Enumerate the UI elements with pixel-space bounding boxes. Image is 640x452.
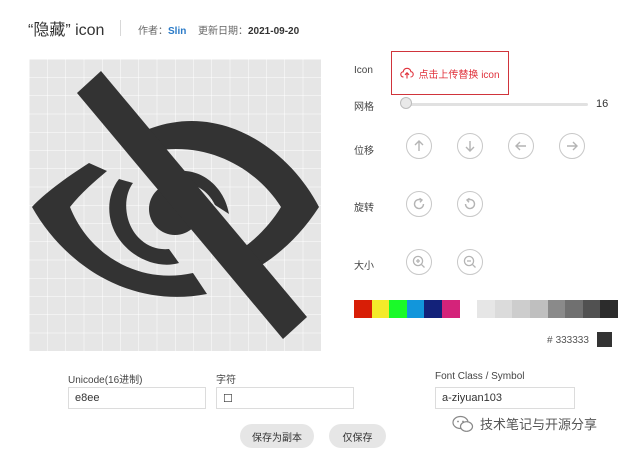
color-swatch[interactable] [389, 300, 407, 318]
zoom-out-button[interactable] [457, 249, 483, 275]
wechat-icon [452, 415, 474, 432]
rotate-clockwise-icon [413, 197, 425, 210]
save-as-copy-button[interactable]: 保存为副本 [240, 424, 314, 448]
color-swatch[interactable] [582, 300, 601, 318]
upload-replace-button[interactable]: 点击上传替换 icon [391, 51, 509, 95]
color-swatch[interactable] [600, 300, 618, 318]
upload-label: 点击上传替换 icon [418, 69, 500, 81]
color-swatch[interactable] [441, 300, 460, 318]
save-button[interactable]: 仅保存 [329, 424, 386, 448]
header-divider [120, 20, 121, 36]
watermark: 技术笔记与开源分享 [452, 414, 597, 433]
color-swatch[interactable] [371, 300, 390, 318]
icon-label: Icon [354, 65, 373, 76]
update-date-info: 更新日期：2021-09-20 [198, 22, 299, 37]
author-label: 作者： [138, 26, 168, 37]
color-swatch[interactable] [459, 300, 478, 318]
cloud-upload-icon [400, 67, 415, 79]
char-input[interactable] [216, 387, 354, 409]
move-left-button[interactable] [508, 133, 534, 159]
watermark-text: 技术笔记与开源分享 [480, 417, 598, 432]
page-title: “隐藏” icon [28, 22, 105, 39]
color-palette [354, 300, 618, 318]
grid-slider-thumb[interactable] [400, 97, 412, 109]
color-swatch[interactable] [406, 300, 425, 318]
color-swatch[interactable] [512, 300, 530, 318]
color-swatch[interactable] [565, 300, 583, 318]
color-swatch[interactable] [477, 300, 495, 318]
fontclass-input[interactable] [435, 387, 575, 409]
update-date: 2021-09-20 [248, 26, 300, 37]
grid-value: 16 [596, 98, 609, 110]
move-up-button[interactable] [406, 133, 432, 159]
current-color-chip [597, 332, 612, 347]
date-label: 更新日期： [198, 26, 248, 37]
grid-slider-track[interactable] [406, 103, 588, 106]
grid-label: 网格 [354, 102, 374, 113]
move-right-button[interactable] [559, 133, 585, 159]
icon-canvas[interactable] [29, 59, 321, 351]
color-swatch[interactable] [494, 300, 513, 318]
arrow-left-icon [515, 141, 526, 151]
color-swatch[interactable] [424, 300, 442, 318]
arrow-up-icon [414, 140, 424, 151]
hex-value: 333333 [555, 334, 589, 346]
zoom-in-button[interactable] [406, 249, 432, 275]
eye-slash-icon [29, 59, 321, 351]
author-info: 作者：Slin [138, 22, 186, 37]
zoom-out-icon [463, 255, 476, 268]
rotate-counterclockwise-button[interactable] [457, 191, 483, 217]
rotate-clockwise-button[interactable] [406, 191, 432, 217]
rotate-label: 旋转 [354, 203, 374, 214]
char-label: 字符 [216, 375, 236, 386]
rotate-counterclockwise-icon [464, 197, 476, 210]
author-name[interactable]: Slin [168, 26, 186, 37]
fontclass-label: Font Class / Symbol [435, 371, 525, 382]
color-swatch[interactable] [547, 300, 566, 318]
arrow-down-icon [465, 141, 475, 152]
hex-hash: # [547, 334, 553, 346]
unicode-label: Unicode(16进制) [68, 375, 143, 386]
arrow-right-icon [567, 141, 578, 151]
size-label: 大小 [354, 261, 374, 272]
move-down-button[interactable] [457, 133, 483, 159]
zoom-in-icon [412, 255, 425, 268]
color-swatch[interactable] [354, 300, 372, 318]
color-swatch[interactable] [529, 300, 548, 318]
unicode-input[interactable] [68, 387, 206, 409]
color-hex-display[interactable]: # 333333 [547, 332, 591, 348]
move-label: 位移 [354, 146, 374, 157]
